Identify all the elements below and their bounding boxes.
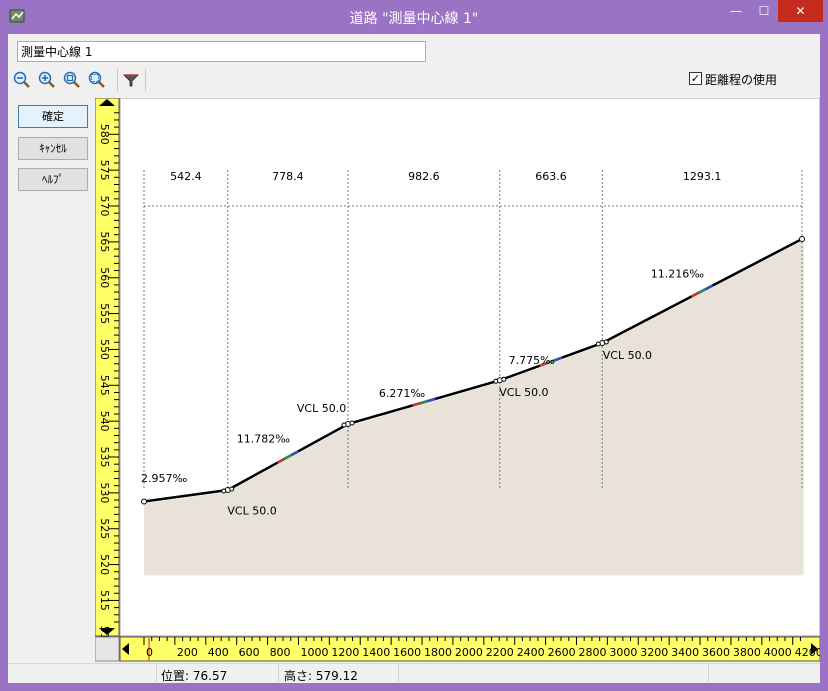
x-tick-label: 200 — [177, 646, 198, 659]
x-tick-label: 800 — [270, 646, 291, 659]
y-tick-label: 545 — [98, 375, 111, 396]
dialog-client-area: ✓ 距離程の使用 確定 ｷｬﾝｾﾙ ﾍﾙﾌﾟ 51051552052553053… — [8, 34, 820, 683]
y-tick-label: 520 — [98, 554, 111, 575]
status-divider — [708, 665, 709, 682]
x-tick-label: 3800 — [733, 646, 761, 659]
toolbar-separator — [117, 69, 118, 91]
x-tick-label: 3400 — [671, 646, 699, 659]
x-tick-label: 1400 — [362, 646, 390, 659]
use-distance-label: 距離程の使用 — [705, 73, 778, 87]
y-tick-label: 515 — [98, 590, 111, 611]
x-tick-label: 0 — [146, 646, 153, 659]
x-tick-label: 1600 — [393, 646, 421, 659]
ruler-corner — [95, 636, 120, 662]
zoom-window-icon[interactable] — [87, 70, 107, 90]
status-divider — [398, 665, 399, 682]
status-divider — [278, 665, 279, 682]
zoom-in-icon[interactable] — [37, 70, 57, 90]
gradient-label: 11.782‰ — [237, 433, 290, 446]
gradient-label: 7.775‰ — [509, 354, 555, 367]
vcl-label: VCL 50.0 — [499, 386, 548, 399]
x-tick-label: 2600 — [548, 646, 576, 659]
x-tick-label: 4000 — [764, 646, 792, 659]
segment-length-label: 663.6 — [535, 170, 567, 183]
vcl-point[interactable] — [595, 341, 601, 347]
x-tick-label: 1000 — [300, 646, 328, 659]
status-divider — [156, 665, 157, 682]
x-tick-label: 3000 — [609, 646, 637, 659]
vertical-profile-chart[interactable]: 5105155205255305355405455505555605655705… — [95, 98, 820, 662]
y-tick-label: 535 — [98, 447, 111, 468]
filter-icon[interactable] — [121, 70, 141, 90]
vcl-point[interactable] — [603, 339, 609, 345]
cursor-height-readout: 高さ: 579.12 — [284, 669, 358, 683]
cursor-position-readout: 位置: 76.57 — [161, 669, 228, 683]
help-button[interactable]: ﾍﾙﾌﾟ — [18, 168, 88, 191]
x-tick-label: 3200 — [640, 646, 668, 659]
road-profile-window: 道路 "測量中心線 1" — ☐ ✕ 測量中心線 1 ✓ 距離程の使用 確定 ｷ… — [0, 0, 828, 691]
y-tick-label: 575 — [98, 160, 111, 181]
profile-vertex[interactable] — [799, 236, 805, 242]
y-tick-label: 540 — [98, 411, 111, 432]
profile-vertex[interactable] — [141, 498, 147, 505]
vcl-point[interactable] — [349, 420, 355, 426]
segment-length-label: 778.4 — [272, 170, 304, 183]
x-tick-label: 2400 — [517, 646, 545, 659]
x-tick-label: 2000 — [455, 646, 483, 659]
x-tick-label: 4200 — [795, 646, 820, 659]
x-tick-label: 2200 — [486, 646, 514, 659]
y-tick-label: 525 — [98, 518, 111, 539]
y-tick-label: 530 — [98, 482, 111, 503]
close-button[interactable]: ✕ — [778, 0, 823, 22]
segment-length-label: 1293.1 — [683, 170, 722, 183]
vcl-label: VCL 50.0 — [227, 504, 276, 517]
x-tick-label: 600 — [239, 646, 260, 659]
y-tick-label: 555 — [98, 303, 111, 324]
title-bar[interactable]: 道路 "測量中心線 1" — ☐ ✕ — [0, 0, 828, 34]
minimize-button[interactable]: — — [722, 0, 750, 22]
y-tick-label: 560 — [98, 267, 111, 288]
zoom-fit-icon[interactable] — [62, 70, 82, 90]
x-tick-label: 3600 — [702, 646, 730, 659]
y-tick-label: 550 — [98, 339, 111, 360]
status-bar: 位置: 76.57 高さ: 579.12 — [8, 663, 820, 683]
y-tick-label: 565 — [98, 231, 111, 252]
vcl-point[interactable] — [221, 488, 227, 494]
vcl-point[interactable] — [493, 378, 499, 384]
maximize-button[interactable]: ☐ — [750, 0, 778, 22]
cancel-button[interactable]: ｷｬﾝｾﾙ — [18, 137, 88, 160]
x-tick-label: 1200 — [331, 646, 359, 659]
x-tick-label: 400 — [208, 646, 229, 659]
gradient-label: 2.957‰ — [141, 472, 187, 485]
vcl-point[interactable] — [501, 376, 507, 382]
window-title: 道路 "測量中心線 1" — [349, 11, 479, 27]
road-name-input[interactable] — [17, 41, 426, 62]
y-tick-label: 580 — [98, 124, 111, 145]
y-tick-label: 570 — [98, 196, 111, 217]
toolbar-separator — [145, 69, 146, 91]
zoom-out-icon[interactable] — [12, 70, 32, 90]
use-distance-checkbox[interactable]: ✓ — [689, 72, 702, 85]
segment-length-label: 542.4 — [170, 170, 202, 183]
vcl-label: VCL 50.0 — [297, 402, 346, 415]
vcl-point[interactable] — [229, 486, 235, 492]
vcl-label: VCL 50.0 — [603, 349, 652, 362]
ok-button[interactable]: 確定 — [18, 105, 88, 128]
gradient-label: 11.216‰ — [651, 268, 704, 281]
x-tick-label: 1800 — [424, 646, 452, 659]
gradient-label: 6.271‰ — [379, 387, 425, 400]
x-tick-label: 2800 — [578, 646, 606, 659]
vcl-point[interactable] — [341, 422, 347, 428]
segment-length-label: 982.6 — [408, 170, 440, 183]
